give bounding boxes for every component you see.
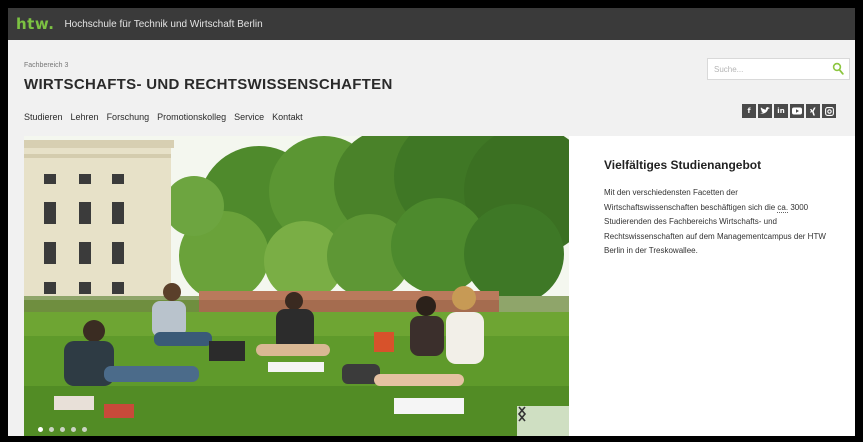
nav-item-studieren[interactable]: Studieren [24,112,63,122]
abbreviation-ca[interactable]: ca. [777,202,789,213]
department-title[interactable]: WIRTSCHAFTS- UND RECHTSWISSENSCHAFTEN [24,76,393,93]
slider-dot[interactable] [49,427,54,432]
top-bar: htw. Hochschule für Technik und Wirtscha… [8,8,855,40]
campus-photo [24,136,569,436]
slide-title: Vielfältiges Studienangebot [604,158,762,172]
search-input[interactable] [708,59,826,79]
nav-item-service[interactable]: Service [234,112,264,122]
linkedin-icon[interactable]: in [774,104,788,118]
hero-slider[interactable] [24,136,569,436]
slide-description: Mit den verschiedensten Facetten der Wir… [604,186,834,259]
search-icon[interactable] [832,62,844,76]
chevron-right-icon [518,406,527,422]
slider-dot[interactable] [71,427,76,432]
nav-item-lehren[interactable]: Lehren [71,112,99,122]
department-kicker: Fachbereich 3 [24,62,69,69]
xing-icon[interactable] [806,104,820,118]
social-links: f in [742,104,836,118]
university-name[interactable]: Hochschule für Technik und Wirtschaft Be… [64,19,262,30]
htw-logo[interactable]: htw. [16,15,54,33]
main-navigation: Studieren Lehren Forschung Promotionskol… [24,112,303,122]
header: Fachbereich 3 WIRTSCHAFTS- UND RECHTSWIS… [8,40,855,128]
next-slide-button[interactable] [518,406,564,430]
slider-dot[interactable] [60,427,65,432]
twitter-icon[interactable] [758,104,772,118]
instagram-icon[interactable] [822,104,836,118]
page-frame: htw. Hochschule für Technik und Wirtscha… [8,8,855,436]
search-box [707,58,850,80]
nav-item-kontakt[interactable]: Kontakt [272,112,303,122]
nav-item-promotionskolleg[interactable]: Promotionskolleg [157,112,226,122]
slider-arrows [517,406,569,436]
youtube-icon[interactable] [790,104,804,118]
facebook-icon[interactable]: f [742,104,756,118]
slider-dot[interactable] [82,427,87,432]
slide-info-panel: Vielfältiges Studienangebot Mit den vers… [569,136,855,436]
slider-pagination [38,427,87,432]
slider-dot[interactable] [38,427,43,432]
slide-description-text: Mit den verschiedensten Facetten der Wir… [604,188,778,212]
nav-item-forschung[interactable]: Forschung [107,112,150,122]
